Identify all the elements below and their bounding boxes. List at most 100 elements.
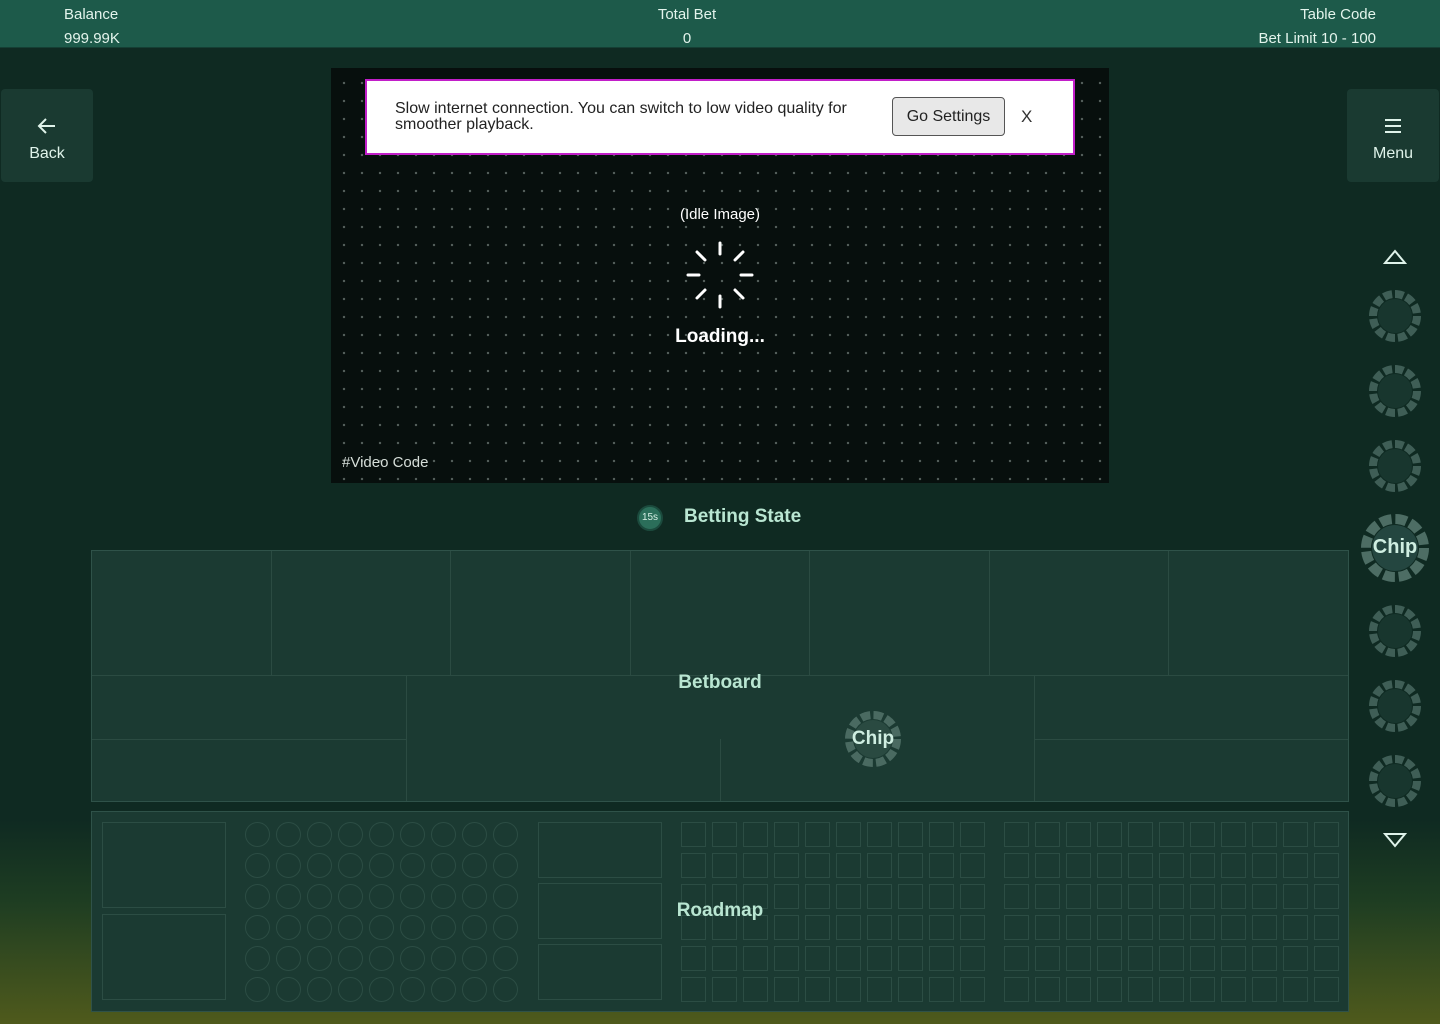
- roadmap-cell: [774, 977, 799, 1002]
- roadmap-cell: [960, 822, 985, 847]
- menu-button[interactable]: Menu: [1347, 89, 1439, 182]
- roadmap-cell: [1221, 946, 1246, 971]
- roadmap-label: Roadmap: [676, 900, 764, 921]
- roadmap[interactable]: Roadmap: [91, 811, 1349, 1012]
- roadmap-cell: [1221, 822, 1246, 847]
- chip-option-5[interactable]: [1367, 603, 1423, 659]
- roadmap-cell: [712, 977, 737, 1002]
- balance-block: Balance 999.99K: [64, 3, 120, 51]
- roadmap-cell: [929, 946, 954, 971]
- roadmap-cell: [681, 822, 706, 847]
- roadmap-cell: [712, 853, 737, 878]
- roadmap-cell: [245, 946, 270, 971]
- notice-close-button[interactable]: X: [1021, 107, 1032, 127]
- roadmap-cell: [1097, 946, 1122, 971]
- roadmap-cell: [1066, 946, 1091, 971]
- video-code: #Video Code: [342, 454, 429, 471]
- roadmap-cell: [743, 977, 768, 1002]
- roadmap-cell: [400, 946, 425, 971]
- menu-label: Menu: [1372, 145, 1414, 162]
- roadmap-cell: [1035, 946, 1060, 971]
- roadmap-cell: [400, 977, 425, 1002]
- roadmap-cell: [1252, 946, 1277, 971]
- roadmap-cell: [307, 853, 332, 878]
- roadmap-cell: [1035, 822, 1060, 847]
- notice-message: Slow internet connection. You can switch…: [395, 100, 847, 133]
- roadmap-cell: [338, 946, 363, 971]
- roadmap-cell: [462, 853, 487, 878]
- chip-scroll-down-icon[interactable]: [1383, 831, 1407, 849]
- chip-option-3[interactable]: [1367, 438, 1423, 494]
- roadmap-cell: [1128, 977, 1153, 1002]
- roadmap-cell: [431, 853, 456, 878]
- roadmap-cell: [1066, 977, 1091, 1002]
- roadmap-cell: [805, 946, 830, 971]
- table-info-block: Table Code Bet Limit 10 - 100: [1258, 3, 1376, 51]
- roadmap-cell: [1283, 822, 1308, 847]
- roadmap-cell: [867, 853, 892, 878]
- arrow-left-icon: [37, 118, 55, 134]
- roadmap-cell: [493, 977, 518, 1002]
- roadmap-cell: [245, 822, 270, 847]
- roadmap-cell: [1004, 853, 1029, 878]
- roadmap-cell: [369, 977, 394, 1002]
- roadmap-cell: [1190, 946, 1215, 971]
- betboard[interactable]: Betboard: [91, 550, 1349, 802]
- roadmap-cell: [898, 822, 923, 847]
- roadmap-cell: [1066, 853, 1091, 878]
- roadmap-cell: [1221, 977, 1246, 1002]
- roadmap-cell: [774, 853, 799, 878]
- chip-option-2[interactable]: [1367, 363, 1423, 419]
- roadmap-cell: [836, 946, 861, 971]
- roadmap-cell: [493, 853, 518, 878]
- roadmap-cell: [307, 822, 332, 847]
- chip-option-1[interactable]: [1367, 288, 1423, 344]
- roadmap-cell: [743, 946, 768, 971]
- roadmap-cell: [1035, 853, 1060, 878]
- roadmap-cell: [400, 822, 425, 847]
- roadmap-cell: [369, 822, 394, 847]
- chip-option-7[interactable]: [1367, 753, 1423, 809]
- roadmap-cell: [867, 822, 892, 847]
- roadmap-cell: [929, 822, 954, 847]
- roadmap-cell: [1159, 822, 1184, 847]
- roadmap-cell: [276, 977, 301, 1002]
- roadmap-cell: [805, 853, 830, 878]
- roadmap-cell: [400, 853, 425, 878]
- roadmap-cell: [1066, 822, 1091, 847]
- roadmap-cell: [836, 977, 861, 1002]
- selected-chip-label: Chip: [1372, 536, 1418, 558]
- roadmap-cell: [1190, 822, 1215, 847]
- roadmap-cell: [960, 977, 985, 1002]
- roadmap-cell: [1252, 977, 1277, 1002]
- chip-scroll-up-icon[interactable]: [1383, 248, 1407, 266]
- loading-spinner-icon: [686, 241, 754, 309]
- roadmap-cell: [1004, 822, 1029, 847]
- roadmap-cell: [1252, 822, 1277, 847]
- countdown-timer: 15s: [637, 505, 663, 531]
- roadmap-cell: [898, 946, 923, 971]
- top-status-bar: Balance 999.99K Total Bet 0 Table Code B…: [0, 0, 1440, 48]
- roadmap-cell: [245, 977, 270, 1002]
- roadmap-cell: [1128, 822, 1153, 847]
- roadmap-cell: [805, 977, 830, 1002]
- roadmap-cell: [462, 977, 487, 1002]
- go-settings-button[interactable]: Go Settings: [892, 97, 1005, 136]
- chip-option-6[interactable]: [1367, 678, 1423, 734]
- slow-connection-notice: Slow internet connection. You can switch…: [365, 79, 1075, 155]
- roadmap-cell: [774, 822, 799, 847]
- roadmap-cell: [836, 853, 861, 878]
- betboard-label: Betboard: [678, 672, 762, 693]
- roadmap-cell: [431, 977, 456, 1002]
- back-button[interactable]: Back: [1, 89, 93, 182]
- roadmap-cell: [1314, 853, 1339, 878]
- roadmap-cell: [774, 946, 799, 971]
- balance-label: Balance: [64, 6, 119, 23]
- roadmap-cell: [1283, 853, 1308, 878]
- roadmap-cell: [1314, 946, 1339, 971]
- roadmap-cell: [712, 946, 737, 971]
- roadmap-cell: [369, 853, 394, 878]
- roadmap-cell: [929, 853, 954, 878]
- roadmap-cell: [1283, 946, 1308, 971]
- roadmap-cell: [431, 822, 456, 847]
